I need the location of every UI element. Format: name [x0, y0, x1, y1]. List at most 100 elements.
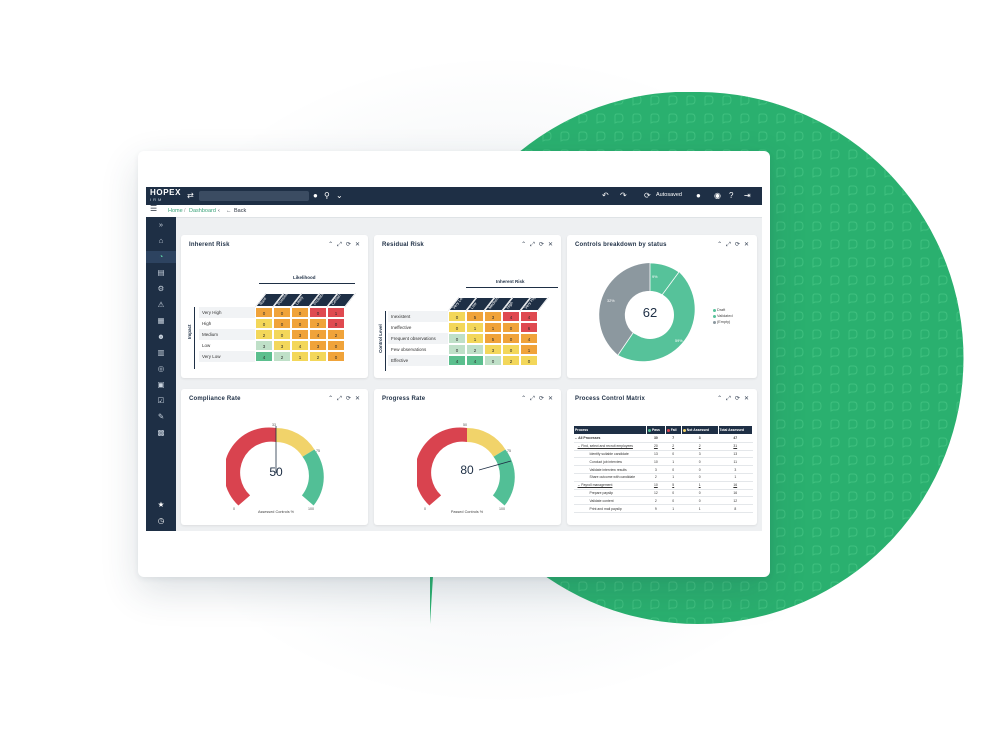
table-row[interactable]: Validate interview results 3 0 0 3 — [573, 465, 753, 474]
heatmap-cell[interactable]: 4 — [291, 340, 309, 351]
heatmap-cell[interactable]: 0 — [327, 340, 345, 351]
heatmap-cell[interactable]: 3 — [291, 329, 309, 340]
close-icon[interactable]: ✕ — [355, 242, 360, 248]
heatmap-cell[interactable]: 1 — [327, 307, 345, 318]
close-icon[interactable]: ✕ — [548, 396, 553, 402]
col-header-pass[interactable]: Pass — [646, 425, 666, 435]
switch-arrows-icon[interactable]: ⇄ — [187, 191, 194, 201]
target-icon[interactable]: ◎ — [146, 363, 176, 375]
notifications-icon[interactable]: ● — [696, 191, 701, 201]
home-icon[interactable]: ⌂ — [146, 235, 176, 247]
heatmap-cell[interactable]: 4 — [255, 351, 273, 362]
heatmap-cell[interactable]: 2 — [327, 329, 345, 340]
heatmap-cell[interactable]: 0 — [520, 355, 538, 366]
search-input[interactable] — [199, 191, 309, 201]
refresh-icon[interactable]: ⟳ — [735, 396, 740, 402]
back-link[interactable]: Back — [234, 207, 246, 215]
heatmap-cell[interactable]: 3 — [255, 340, 273, 351]
breadcrumb-dashboard[interactable]: Dashboard — [189, 207, 216, 215]
users-icon[interactable]: ☻ — [146, 331, 176, 343]
favorites-star-icon[interactable]: ★ — [146, 499, 176, 511]
chevron-down-icon[interactable]: ⌄ — [336, 191, 343, 201]
heatmap-cell[interactable]: 0 — [273, 318, 291, 329]
heatmap-cell[interactable]: 0 — [502, 333, 520, 344]
heatmap-cell[interactable]: 0 — [502, 322, 520, 333]
grid-icon[interactable]: ▩ — [146, 427, 176, 439]
heatmap-cell[interactable]: 4 — [309, 329, 327, 340]
close-icon[interactable]: ✕ — [744, 242, 749, 248]
heatmap-cell[interactable]: 5 — [466, 311, 484, 322]
heatmap-cell[interactable]: 2 — [273, 351, 291, 362]
heatmap-cell[interactable]: 0 — [448, 344, 466, 355]
heatmap-cell[interactable]: 0 — [255, 307, 273, 318]
heatmap-cell[interactable]: 4 — [448, 355, 466, 366]
heatmap-cell[interactable]: 4 — [520, 333, 538, 344]
document-icon[interactable]: ▦ — [146, 315, 176, 327]
heatmap-cell[interactable]: 0 — [448, 322, 466, 333]
heatmap-cell[interactable]: 0 — [273, 329, 291, 340]
redo-icon[interactable]: ↷ — [620, 191, 627, 201]
table-row[interactable]: ⌄ Payroll management 10 5 1 16 — [573, 481, 753, 490]
close-icon[interactable]: ✕ — [355, 396, 360, 402]
heatmap-cell[interactable]: 0 — [448, 333, 466, 344]
refresh-icon[interactable]: ⟳ — [346, 396, 351, 402]
refresh-icon[interactable]: ⟳ — [346, 242, 351, 248]
heatmap-cell[interactable]: 3 — [484, 311, 502, 322]
hopex-logo[interactable]: HOPEX IRM — [150, 189, 181, 202]
user-icon[interactable]: ◉ — [714, 191, 721, 201]
expand-icon[interactable]: ⤢ — [726, 242, 731, 248]
expand-icon[interactable]: ⤢ — [337, 396, 342, 402]
heatmap-cell[interactable]: 1 — [484, 322, 502, 333]
collapse-icon[interactable]: ⌃ — [328, 396, 333, 402]
expand-icon[interactable]: ⤢ — [530, 242, 535, 248]
heatmap-cell[interactable]: 0 — [291, 307, 309, 318]
table-row[interactable]: Conduct job interview 10 1 0 11 — [573, 457, 753, 467]
collapse-icon[interactable]: ⌃ — [521, 396, 526, 402]
process-icon[interactable]: ⚙ — [146, 283, 176, 295]
logout-icon[interactable]: ⇥ — [744, 191, 751, 201]
table-row[interactable]: Print and mail payslip 9 1 1 8 — [573, 504, 753, 513]
search-icon[interactable]: ⚲ — [324, 191, 330, 201]
back-arrow-icon[interactable]: ← — [226, 207, 232, 215]
refresh-icon[interactable]: ⟳ — [735, 242, 740, 248]
heatmap-cell[interactable]: 6 — [520, 322, 538, 333]
audit-icon[interactable]: ▣ — [146, 379, 176, 391]
expand-icon[interactable]: ⤢ — [726, 396, 731, 402]
chevron-left-icon[interactable]: ‹ — [218, 207, 220, 215]
heatmap-cell[interactable]: 4 — [466, 355, 484, 366]
collapse-icon[interactable]: ⌃ — [521, 242, 526, 248]
expand-sidebar-icon[interactable]: » — [146, 219, 176, 231]
heatmap-cell[interactable]: 2 — [502, 355, 520, 366]
collapse-icon[interactable]: ⌃ — [717, 242, 722, 248]
table-row[interactable]: Share outcome with candidate 2 1 0 1 — [573, 473, 753, 482]
refresh-icon[interactable]: ⟳ — [644, 191, 651, 201]
heatmap-cell[interactable]: 0 — [484, 355, 502, 366]
table-row[interactable]: ⌄ All Processes 30 7 3 47 — [573, 434, 753, 443]
heatmap-cell[interactable]: 2 — [466, 344, 484, 355]
heatmap-cell[interactable]: 1 — [466, 322, 484, 333]
legend-item-empty[interactable]: (Empty) — [713, 319, 733, 325]
help-icon[interactable]: ? — [729, 191, 733, 201]
heatmap-cell[interactable]: 4 — [502, 311, 520, 322]
table-row[interactable]: Validate content 2 0 0 12 — [573, 496, 753, 506]
heatmap-cell[interactable]: 2 — [309, 318, 327, 329]
heatmap-cell[interactable]: 0 — [273, 307, 291, 318]
checklist-icon[interactable]: ☑ — [146, 395, 176, 407]
edit-icon[interactable]: ✎ — [146, 411, 176, 423]
heatmap-cell[interactable]: 0 — [448, 311, 466, 322]
heatmap-cell[interactable]: 1 — [291, 351, 309, 362]
heatmap-cell[interactable]: 1 — [520, 344, 538, 355]
refresh-icon[interactable]: ⟳ — [539, 396, 544, 402]
heatmap-cell[interactable]: 4 — [520, 311, 538, 322]
info-icon[interactable]: ● — [313, 191, 318, 201]
refresh-icon[interactable]: ⟳ — [539, 242, 544, 248]
table-row[interactable]: Prepare payslip 12 0 0 16 — [573, 489, 753, 498]
col-header-process[interactable]: Process — [573, 425, 647, 435]
heatmap-cell[interactable]: 3 — [484, 344, 502, 355]
analytics-icon[interactable]: ▥ — [146, 347, 176, 359]
history-clock-icon[interactable]: ◷ — [146, 515, 176, 527]
report-icon[interactable]: ▤ — [146, 267, 176, 279]
close-icon[interactable]: ✕ — [744, 396, 749, 402]
col-header-total[interactable]: Total Assessed — [717, 425, 754, 435]
menu-icon[interactable]: ☰ — [150, 205, 157, 213]
